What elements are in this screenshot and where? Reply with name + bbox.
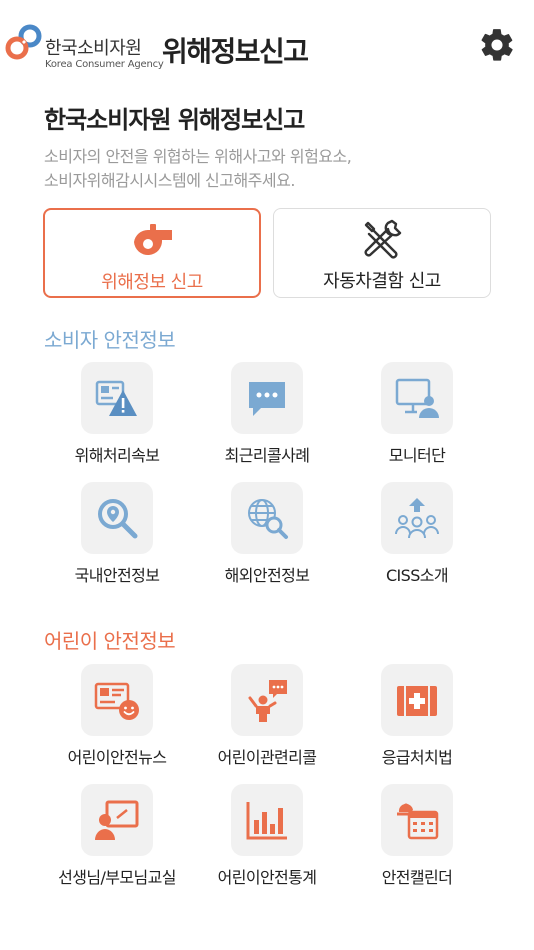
magnifier-location-icon	[98, 499, 138, 539]
app-header: 한국소비자원 Korea Consumer Agency 위해정보신고	[0, 0, 534, 82]
org-name-en: Korea Consumer Agency	[45, 59, 164, 70]
tile-label: 최근리콜사례	[224, 446, 310, 465]
tile-safety-calendar[interactable]: 안전캘린더	[332, 784, 502, 894]
tile-domestic-safety[interactable]: 국내안전정보	[32, 482, 202, 592]
warning-news-icon	[95, 380, 137, 416]
intro-desc-line-1: 소비자의 안전을 위협하는 위해사고와 위험요소,	[44, 147, 352, 166]
tile-recent-recall[interactable]: 최근리콜사례	[182, 362, 352, 472]
tile-icon-box	[381, 784, 453, 856]
tile-first-aid[interactable]: 응급처치법	[332, 664, 502, 774]
tile-label: 어린이안전통계	[217, 868, 317, 887]
tile-icon-box	[231, 664, 303, 736]
car-defect-report-button[interactable]: 자동차결함 신고	[273, 208, 491, 298]
page-title: 한국소비자원 위해정보신고	[44, 106, 305, 134]
globe-search-icon	[248, 499, 288, 539]
tile-icon-box	[381, 362, 453, 434]
intro-desc-line-2: 소비자위해감시시스템에 신고해주세요.	[44, 171, 295, 190]
tile-hazard-news[interactable]: 위해처리속보	[32, 362, 202, 472]
tile-label: 해외안전정보	[224, 566, 310, 585]
intro-description: 소비자의 안전을 위협하는 위해사고와 위험요소, 소비자위해감시시스템에 신고…	[44, 145, 504, 193]
tile-label: 선생님/부모님교실	[58, 868, 176, 887]
calendar-icon	[397, 803, 439, 840]
tools-icon	[364, 219, 402, 259]
tile-icon-box	[381, 664, 453, 736]
first-aid-kit-icon	[397, 686, 437, 716]
gear-icon[interactable]	[478, 26, 516, 64]
tile-icon-box	[81, 482, 153, 554]
tile-ciss-intro[interactable]: CISS소개	[332, 482, 502, 592]
tile-label: CISS소개	[385, 566, 449, 585]
tile-monitor-group[interactable]: 모니터단	[332, 362, 502, 472]
news-smile-icon	[94, 682, 139, 720]
group-people-icon	[395, 498, 439, 539]
monitor-person-icon	[395, 378, 439, 418]
chat-bubble-icon	[249, 382, 285, 416]
tile-icon-box	[81, 362, 153, 434]
service-title: 위해정보신고	[162, 35, 309, 68]
hazard-report-label: 위해정보 신고	[101, 272, 203, 293]
tile-icon-box	[81, 664, 153, 736]
child-speech-icon	[248, 680, 287, 722]
org-name-ko: 한국소비자원	[45, 38, 142, 59]
tile-overseas-safety[interactable]: 해외안전정보	[182, 482, 352, 592]
tile-label: 모니터단	[388, 446, 446, 465]
tile-label: 국내안전정보	[74, 566, 160, 585]
consumer-safety-section-title: 소비자 안전정보	[44, 328, 176, 352]
bar-chart-icon	[246, 802, 287, 840]
tile-child-recall[interactable]: 어린이관련리콜	[182, 664, 352, 774]
tile-icon-box	[81, 784, 153, 856]
hazard-report-button[interactable]: 위해정보 신고	[43, 208, 261, 298]
tile-icon-box	[231, 362, 303, 434]
tile-label: 어린이관련리콜	[217, 748, 317, 767]
tile-teacher-parent-class[interactable]: 선생님/부모님교실	[32, 784, 202, 894]
car-defect-report-label: 자동차결함 신고	[323, 271, 441, 292]
tile-child-safety-news[interactable]: 어린이안전뉴스	[32, 664, 202, 774]
kca-logo-icon	[5, 24, 42, 60]
teacher-board-icon	[95, 800, 139, 840]
tile-label: 어린이안전뉴스	[67, 748, 167, 767]
whistle-icon	[134, 224, 172, 256]
child-safety-section-title: 어린이 안전정보	[44, 629, 176, 653]
tile-icon-box	[381, 482, 453, 554]
tile-icon-box	[231, 784, 303, 856]
tile-label: 위해처리속보	[74, 446, 160, 465]
tile-label: 안전캘린더	[381, 868, 453, 887]
tile-label: 응급처치법	[381, 748, 453, 767]
tile-icon-box	[231, 482, 303, 554]
tile-child-safety-stats[interactable]: 어린이안전통계	[182, 784, 352, 894]
